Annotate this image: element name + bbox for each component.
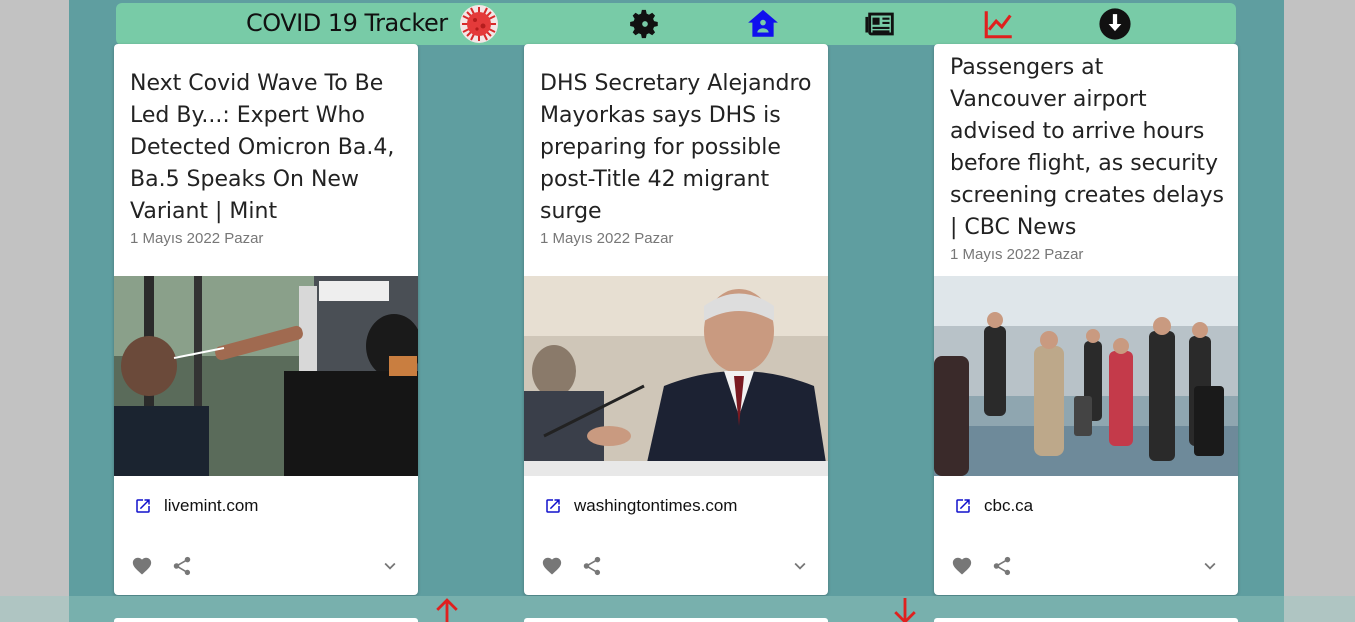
news-image <box>114 276 418 476</box>
settings-gear-icon[interactable] <box>628 7 662 41</box>
external-link-icon <box>136 499 150 513</box>
source-label: cbc.ca <box>984 496 1034 515</box>
news-image <box>934 276 1238 476</box>
trending-chart-icon[interactable] <box>982 7 1016 41</box>
share-icon[interactable] <box>580 554 604 578</box>
arrow-down-icon[interactable] <box>892 598 918 622</box>
news-date: 1 Mayıs 2022 Pazar <box>540 230 674 247</box>
newspaper-icon[interactable] <box>864 7 898 41</box>
virus-logo-icon <box>460 5 498 43</box>
news-date: 1 Mayıs 2022 Pazar <box>130 230 264 247</box>
top-navbar: COVID 19 Tracker <box>116 3 1236 45</box>
favorite-heart-icon[interactable] <box>540 554 564 578</box>
source-label: washingtontimes.com <box>574 496 738 515</box>
next-card-peek <box>524 618 828 622</box>
expand-chevron-down-icon[interactable] <box>378 554 402 578</box>
arrow-up-icon[interactable] <box>434 598 460 622</box>
download-circle-icon[interactable] <box>1098 7 1132 41</box>
expand-chevron-down-icon[interactable] <box>1198 554 1222 578</box>
news-image <box>524 276 828 476</box>
source-label: livemint.com <box>164 496 259 515</box>
news-card: Passengers at Vancouver airport advised … <box>934 44 1238 595</box>
external-link-icon <box>956 499 970 513</box>
source-link[interactable]: cbc.ca <box>954 496 1033 516</box>
news-date: 1 Mayıs 2022 Pazar <box>950 246 1084 263</box>
share-icon[interactable] <box>990 554 1014 578</box>
home-icon[interactable] <box>746 7 780 41</box>
favorite-heart-icon[interactable] <box>130 554 154 578</box>
news-card: DHS Secretary Alejandro Mayorkas says DH… <box>524 44 828 595</box>
news-title[interactable]: Passengers at Vancouver airport advised … <box>950 52 1226 244</box>
news-title[interactable]: Next Covid Wave To Be Led By...: Expert … <box>130 68 406 228</box>
external-link-icon <box>546 499 560 513</box>
next-card-peek <box>114 618 418 622</box>
expand-chevron-down-icon[interactable] <box>788 554 812 578</box>
source-link[interactable]: washingtontimes.com <box>544 496 737 516</box>
next-card-peek <box>934 618 1238 622</box>
source-link[interactable]: livemint.com <box>134 496 258 516</box>
app-title: COVID 19 Tracker <box>246 9 448 37</box>
news-title[interactable]: DHS Secretary Alejandro Mayorkas says DH… <box>540 68 816 228</box>
news-card: Next Covid Wave To Be Led By...: Expert … <box>114 44 418 595</box>
share-icon[interactable] <box>170 554 194 578</box>
favorite-heart-icon[interactable] <box>950 554 974 578</box>
